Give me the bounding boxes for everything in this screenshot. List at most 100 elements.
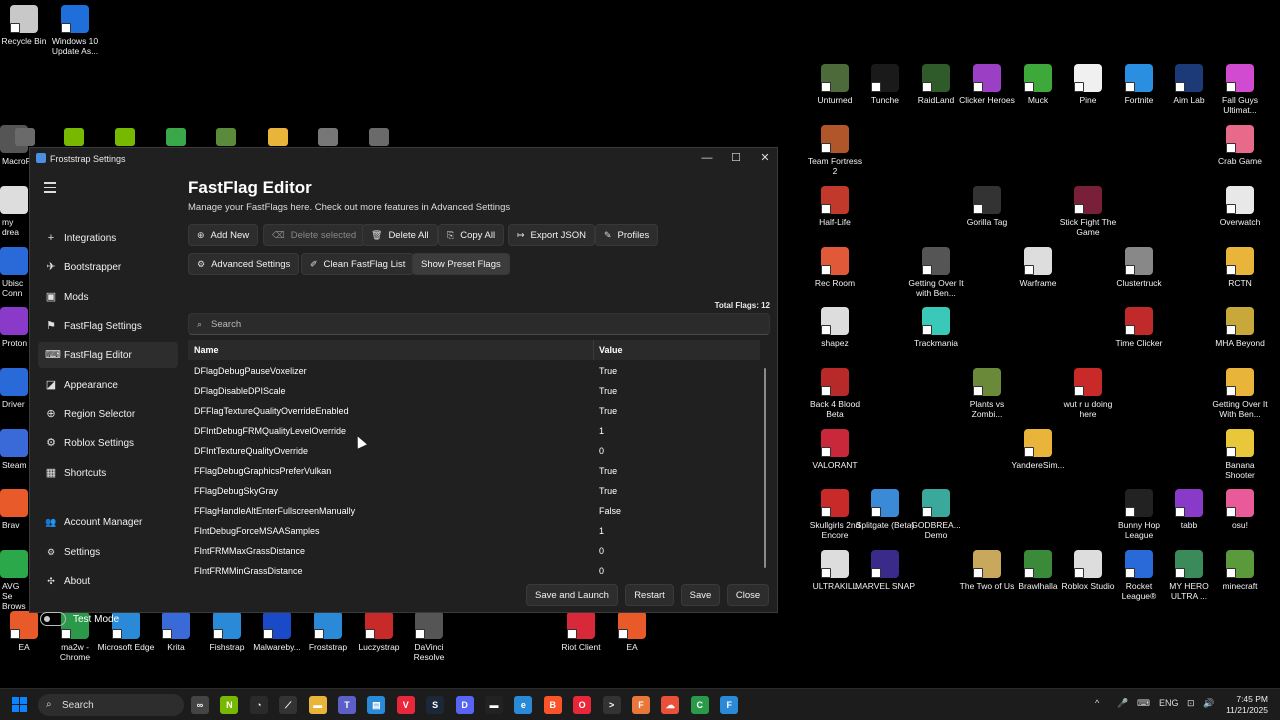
nav-item-integrations[interactable]: + Integrations — [38, 225, 178, 251]
nav-item-settings[interactable]: ⚙ Settings — [38, 539, 178, 565]
flag-name-cell[interactable]: FFlagDebugSkyGray — [194, 486, 278, 496]
desktop-icon-rec-room[interactable]: Rec Room — [805, 247, 865, 288]
flag-value-cell[interactable]: True — [599, 386, 617, 396]
save-button[interactable]: Save — [681, 584, 720, 606]
desktop-icon-crab-game[interactable]: Crab Game — [1210, 125, 1270, 166]
nav-item-bootstrapper[interactable]: ✈ Bootstrapper — [38, 254, 178, 280]
partial-desktop-icon[interactable]: Driver — [0, 368, 28, 409]
volume-icon[interactable]: 🔊 — [1203, 698, 1214, 709]
table-row[interactable]: FIntFRMMinGrassDistance 0 — [188, 561, 760, 578]
search-input[interactable] — [211, 317, 751, 331]
clean-fastflag-list-button[interactable]: ✐ Clean FastFlag List — [301, 253, 415, 275]
advanced-settings-button[interactable]: ⚙ Advanced Settings — [188, 253, 300, 275]
desktop-icon-plants-vs-zombi[interactable]: Plants vs Zombi... — [957, 368, 1017, 419]
table-row[interactable]: DFIntDebugFRMQualityLevelOverride 1 — [188, 421, 760, 441]
flag-name-cell[interactable]: DFlagDebugPauseVoxelizer — [194, 366, 307, 376]
taskbar-brave-icon[interactable]: B — [543, 696, 562, 714]
flag-name-cell[interactable]: DFIntTextureQualityOverride — [194, 446, 308, 456]
nav-item-mods[interactable]: ▣ Mods — [38, 284, 178, 310]
taskbar-app-17-icon[interactable]: ☁ — [661, 696, 680, 714]
desktop-icon-valorant[interactable]: VALORANT — [805, 429, 865, 470]
table-row[interactable]: FFlagHandleAltEnterFullscreenManually Fal… — [188, 501, 760, 521]
desktop-icon-osu[interactable]: osu! — [1210, 489, 1270, 530]
flag-value-cell[interactable]: 0 — [599, 446, 604, 456]
language-indicator[interactable]: ENG — [1159, 698, 1179, 708]
taskbar-search[interactable]: ⌕ Search — [38, 694, 184, 716]
desktop-icon-getting-over-it-with-ben[interactable]: Getting Over It With Ben... — [1210, 368, 1270, 419]
desktop-icon-time-clicker[interactable]: Time Clicker — [1109, 307, 1169, 348]
desktop-icon-gorilla-tag[interactable]: Gorilla Tag — [957, 186, 1017, 227]
hamburger-menu-icon[interactable] — [44, 182, 56, 193]
flag-value-cell[interactable]: 1 — [599, 426, 604, 436]
desktop-icon-davinci-resolve[interactable]: DaVinci Resolve — [399, 611, 459, 662]
flag-value-cell[interactable]: True — [599, 406, 617, 416]
table-row[interactable]: DFFlagTextureQualityOverrideEnabled True — [188, 401, 760, 421]
taskbar-app-3-icon[interactable]: ◔ — [249, 696, 268, 714]
partial-desktop-icon[interactable]: Ubisc Conn — [0, 247, 28, 298]
table-row[interactable]: DFlagDebugPauseVoxelizer True — [188, 361, 760, 381]
desktop-icon-shapez[interactable]: shapez — [805, 307, 865, 348]
table-row[interactable]: FIntFRMMaxGrassDistance 0 — [188, 541, 760, 561]
flag-value-cell[interactable]: True — [599, 486, 617, 496]
table-row[interactable]: FIntDebugForceMSAASamples 1 — [188, 521, 760, 541]
desktop-icon-getting-over-it-with-ben[interactable]: Getting Over It with Ben... — [906, 247, 966, 298]
flag-name-cell[interactable]: DFlagDisableDPIScale — [194, 386, 286, 396]
desktop-icon-ea[interactable]: EA — [602, 611, 662, 652]
flag-name-cell[interactable]: FFlagDebugGraphicsPreferVulkan — [194, 466, 331, 476]
flag-value-cell[interactable]: True — [599, 466, 617, 476]
show-preset-flags-button[interactable]: Show Preset Flags — [412, 253, 510, 275]
taskbar-app-4-icon[interactable]: ⟋ — [279, 696, 298, 714]
desktop-icon-mha-beyond[interactable]: MHA Beyond — [1210, 307, 1270, 348]
desktop-icon-fall-guys-ultimat[interactable]: Fall Guys Ultimat... — [1210, 64, 1270, 115]
start-button-icon[interactable] — [12, 697, 28, 713]
column-header-name[interactable]: Name — [194, 345, 219, 355]
taskbar-vivaldi-icon[interactable]: V — [396, 696, 415, 714]
flag-name-cell[interactable]: FFlagHandleAltEnterFullscreenManually — [194, 506, 355, 516]
desktop-icon-godbrea-demo[interactable]: GODBREA... Demo — [906, 489, 966, 540]
nav-item-roblox-settings[interactable]: ⚙ Roblox Settings — [38, 430, 178, 456]
system-clock[interactable]: 7:45 PM 11/21/2025 — [1226, 694, 1268, 716]
desktop-icon-stick-fight-the-game[interactable]: Stick Fight The Game — [1058, 186, 1118, 237]
desktop-icon-marvel-snap[interactable]: MARVEL SNAP — [855, 550, 915, 591]
partial-desktop-icon[interactable]: Steam — [0, 429, 28, 470]
taskbar-store-icon[interactable]: ▤ — [367, 696, 386, 714]
maximize-button[interactable]: ☐ — [721, 148, 751, 168]
nav-item-region-selector[interactable]: ⊕ Region Selector — [38, 401, 178, 427]
table-row[interactable]: FFlagDebugSkyGray True — [188, 481, 760, 501]
table-row[interactable]: FFlagDebugGraphicsPreferVulkan True — [188, 461, 760, 481]
desktop-icon-warframe[interactable]: Warframe — [1008, 247, 1068, 288]
desktop-icon-team-fortress-2[interactable]: Team Fortress 2 — [805, 125, 865, 176]
desktop-icon-yanderesim[interactable]: YandereSim... — [1008, 429, 1068, 470]
nav-item-appearance[interactable]: ◪ Appearance — [38, 372, 178, 398]
nav-item-fastflag-editor[interactable]: ⌨ FastFlag Editor — [38, 342, 178, 368]
taskbar-app-1-icon[interactable]: ∞ — [191, 696, 209, 714]
nav-item-account-manager[interactable]: 👥 Account Manager — [38, 509, 178, 535]
table-row[interactable]: DFIntTextureQualityOverride 0 — [188, 441, 760, 461]
partial-desktop-icon[interactable]: my drea — [0, 186, 28, 237]
desktop-icon-wut-r-u-doing-here[interactable]: wut r u doing here — [1058, 368, 1118, 419]
nav-item-fastflag-settings[interactable]: ⚑ FastFlag Settings — [38, 313, 178, 339]
desktop-icon-rctn[interactable]: RCTN — [1210, 247, 1270, 288]
desktop-icon-banana-shooter[interactable]: Banana Shooter — [1210, 429, 1270, 480]
search-box[interactable]: ⌕ — [188, 313, 770, 335]
flag-value-cell[interactable]: 1 — [599, 526, 604, 536]
taskbar-chrome-icon[interactable]: C — [690, 696, 709, 714]
desktop-icon-half-life[interactable]: Half-Life — [805, 186, 865, 227]
close-window-button[interactable]: ✕ — [750, 148, 780, 168]
taskbar-froststrap-icon[interactable]: F — [720, 696, 739, 714]
taskbar-opera-icon[interactable]: O — [573, 696, 592, 714]
profiles-button[interactable]: ✎ Profiles — [595, 224, 659, 246]
flag-name-cell[interactable]: DFFlagTextureQualityOverrideEnabled — [194, 406, 349, 416]
restart-button[interactable]: Restart — [625, 584, 674, 606]
nav-item-about[interactable]: ✣ About — [38, 568, 178, 594]
taskbar-teams-icon[interactable]: T — [338, 696, 356, 714]
taskbar-discord-icon[interactable]: D — [455, 696, 474, 714]
flag-value-cell[interactable]: 0 — [599, 566, 604, 576]
copy-all-button[interactable]: ⎘ Copy All — [438, 224, 505, 246]
partial-desktop-icon[interactable]: Proton — [0, 307, 28, 348]
flag-value-cell[interactable]: 0 — [599, 546, 604, 556]
taskbar-nvidia-icon[interactable]: N — [220, 696, 239, 714]
microphone-icon[interactable]: 🎤 — [1117, 698, 1128, 709]
keyboard-icon[interactable]: ⌨ — [1137, 698, 1150, 709]
title-bar[interactable]: Froststrap Settings — ☐ ✕ — [30, 148, 777, 170]
